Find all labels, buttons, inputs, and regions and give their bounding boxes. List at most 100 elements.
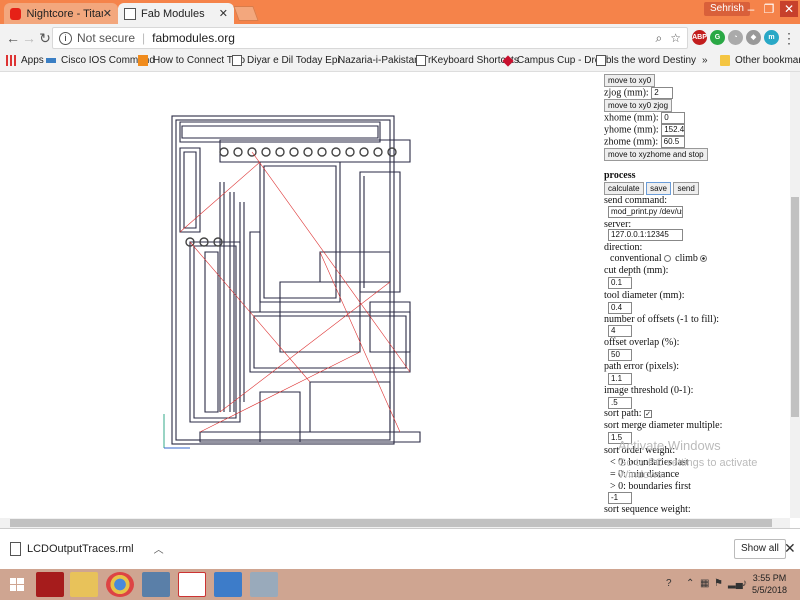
download-bar: LCDOutputTraces.rml ︿ Show all ✕	[0, 528, 800, 569]
path-error-label: path error (pixels):	[604, 361, 679, 372]
climb-radio[interactable]	[699, 255, 707, 263]
move-xyzhome-button[interactable]: move to xyzhome and stop	[604, 148, 708, 161]
zoom-icon[interactable]: ⌕	[656, 31, 663, 46]
sort-order-input[interactable]: -1	[608, 492, 632, 504]
sort-merge-label: sort merge diameter multiple:	[604, 420, 723, 431]
new-tab-button[interactable]	[233, 6, 259, 21]
send-command-label: send command:	[604, 195, 668, 206]
zhome-input[interactable]: 60.5	[660, 136, 685, 148]
clock[interactable]: 3:55 PM 5/5/2018	[752, 572, 787, 596]
chevron-up-icon[interactable]: ⌃	[686, 578, 694, 589]
apps-icon	[6, 55, 16, 66]
cisco-icon	[46, 58, 56, 63]
send-command-input[interactable]: mod_print.py /dev/usb/lp1 ;	[608, 206, 683, 218]
cut-depth-label: cut depth (mm):	[604, 265, 669, 276]
vertical-scrollbar[interactable]	[790, 72, 800, 518]
signal-icon[interactable]: ▂▄	[728, 578, 743, 589]
horizontal-scrollbar[interactable]	[0, 518, 790, 528]
bookmarks-bar: Apps Cisco IOS Command How to Connect Tw…	[0, 52, 800, 72]
offsets-input[interactable]: 4	[608, 325, 632, 337]
overlap-label: offset overlap (%):	[604, 337, 680, 348]
climb-label: climb	[675, 253, 698, 264]
tab-title: Nightcore - Titanium (Ly	[26, 7, 102, 20]
extension-blue-icon[interactable]: m	[764, 30, 779, 45]
activation-watermark-subtitle: Go to PC settings to activate Windows.	[618, 457, 758, 481]
send-button[interactable]: send	[673, 182, 699, 195]
server-input[interactable]: 127.0.0.1:12345	[608, 229, 683, 241]
browser-tab-strip: Nightcore - Titanium (Ly ✕ Fab Modules ✕…	[0, 0, 800, 24]
scroll-thumb[interactable]	[791, 197, 799, 417]
windows-start-icon[interactable]	[4, 572, 30, 597]
conventional-radio[interactable]	[663, 255, 671, 263]
paint-icon[interactable]	[250, 572, 278, 597]
close-window-icon[interactable]: ✕	[780, 1, 798, 17]
tab-fab-modules[interactable]: Fab Modules ✕	[118, 3, 234, 24]
cut-depth-input[interactable]: 0.1	[608, 277, 632, 289]
extension-green-icon[interactable]: G	[710, 30, 725, 45]
bookmark-label: Apps	[21, 55, 44, 66]
sort-path-checkbox[interactable]: ✓	[644, 409, 652, 418]
offsets-label: number of offsets (-1 to fill):	[604, 314, 720, 325]
xhome-input[interactable]: 0	[661, 112, 686, 124]
help-icon[interactable]: ?	[666, 578, 672, 589]
calculator-icon[interactable]	[142, 572, 170, 597]
bookmark-connect[interactable]: How to Connect Two	[138, 55, 245, 66]
bookmark-apps[interactable]: Apps	[6, 55, 44, 66]
overlap-input[interactable]: 50	[608, 349, 632, 361]
bookmark-diyar[interactable]: Diyar e Dil Today Epi	[232, 55, 340, 66]
file-explorer-icon[interactable]	[70, 572, 98, 597]
calculate-button[interactable]: calculate	[604, 182, 644, 195]
path-error-input[interactable]: 1.1	[608, 373, 632, 385]
close-icon[interactable]: ✕	[784, 540, 796, 557]
flag-icon[interactable]: ⚑	[714, 578, 723, 589]
tab-nightcore[interactable]: Nightcore - Titanium (Ly ✕	[4, 3, 118, 24]
close-icon[interactable]: ✕	[219, 7, 228, 20]
extension-puzzle-icon[interactable]: ◆	[746, 30, 761, 45]
sort-path-label: sort path:	[604, 408, 642, 419]
move-xy0-zjog-button[interactable]: move to xy0 zjog	[604, 99, 673, 112]
bookmark-destiny[interactable]: Is the word Destiny	[596, 55, 696, 66]
adblock-icon[interactable]: ABP	[692, 30, 707, 45]
chevron-up-icon[interactable]: ︿	[154, 541, 164, 556]
zjog-input[interactable]: 2	[651, 87, 674, 99]
volume-icon[interactable]: ♪	[742, 578, 747, 589]
process-heading: process	[604, 170, 636, 181]
save-button[interactable]: save	[646, 182, 671, 195]
bookmark-other[interactable]: Other bookmarks	[720, 55, 800, 66]
acrobat-icon[interactable]	[36, 572, 64, 597]
yhome-label: yhome (mm):	[604, 124, 659, 136]
page-icon	[416, 55, 426, 66]
close-icon[interactable]: ✕	[103, 7, 112, 20]
folder-icon	[720, 55, 730, 66]
eagle-icon[interactable]	[178, 572, 206, 597]
clock-time: 3:55 PM	[752, 573, 787, 583]
yhome-input[interactable]: 152.4	[661, 124, 686, 136]
taskbar: ? ⌃ ▦ ⚑ ▂▄ ♪ 3:55 PM 5/5/2018	[0, 569, 800, 600]
photos-icon[interactable]	[214, 572, 242, 597]
overflow-chevron-icon: »	[702, 55, 708, 66]
extension-gray-icon[interactable]: ◔	[728, 30, 743, 45]
info-icon[interactable]: i	[59, 31, 72, 45]
toolpath-preview[interactable]	[160, 112, 430, 452]
show-all-button[interactable]: Show all	[734, 539, 786, 559]
zhome-label: zhome (mm):	[604, 136, 659, 148]
bookmark-label: Is the word Destiny	[611, 55, 697, 66]
scroll-thumb[interactable]	[10, 519, 772, 527]
move-xy0-button[interactable]: move to xy0	[604, 74, 656, 87]
minimize-icon[interactable]: –	[742, 1, 760, 17]
pit-icon	[138, 55, 148, 66]
download-item[interactable]: LCDOutputTraces.rml ︿	[10, 541, 164, 556]
url-text: fabmodules.org	[152, 31, 235, 45]
bookmarks-overflow[interactable]: »	[702, 55, 708, 66]
address-bar[interactable]: i Not secure | fabmodules.org ⌕ ☆	[52, 27, 688, 49]
restore-icon[interactable]: ❐	[760, 1, 778, 17]
menu-icon[interactable]: ⋮	[780, 29, 798, 47]
security-label: Not secure	[77, 31, 136, 45]
chrome-icon[interactable]	[106, 572, 134, 597]
tool-diameter-input[interactable]: 0.4	[608, 302, 632, 314]
network-icon[interactable]: ▦	[700, 578, 709, 589]
sort-sequence-label: sort sequence weight:	[604, 504, 691, 515]
download-filename: LCDOutputTraces.rml	[27, 542, 134, 555]
star-icon[interactable]: ☆	[670, 31, 681, 46]
tab-title: Fab Modules	[141, 7, 205, 20]
